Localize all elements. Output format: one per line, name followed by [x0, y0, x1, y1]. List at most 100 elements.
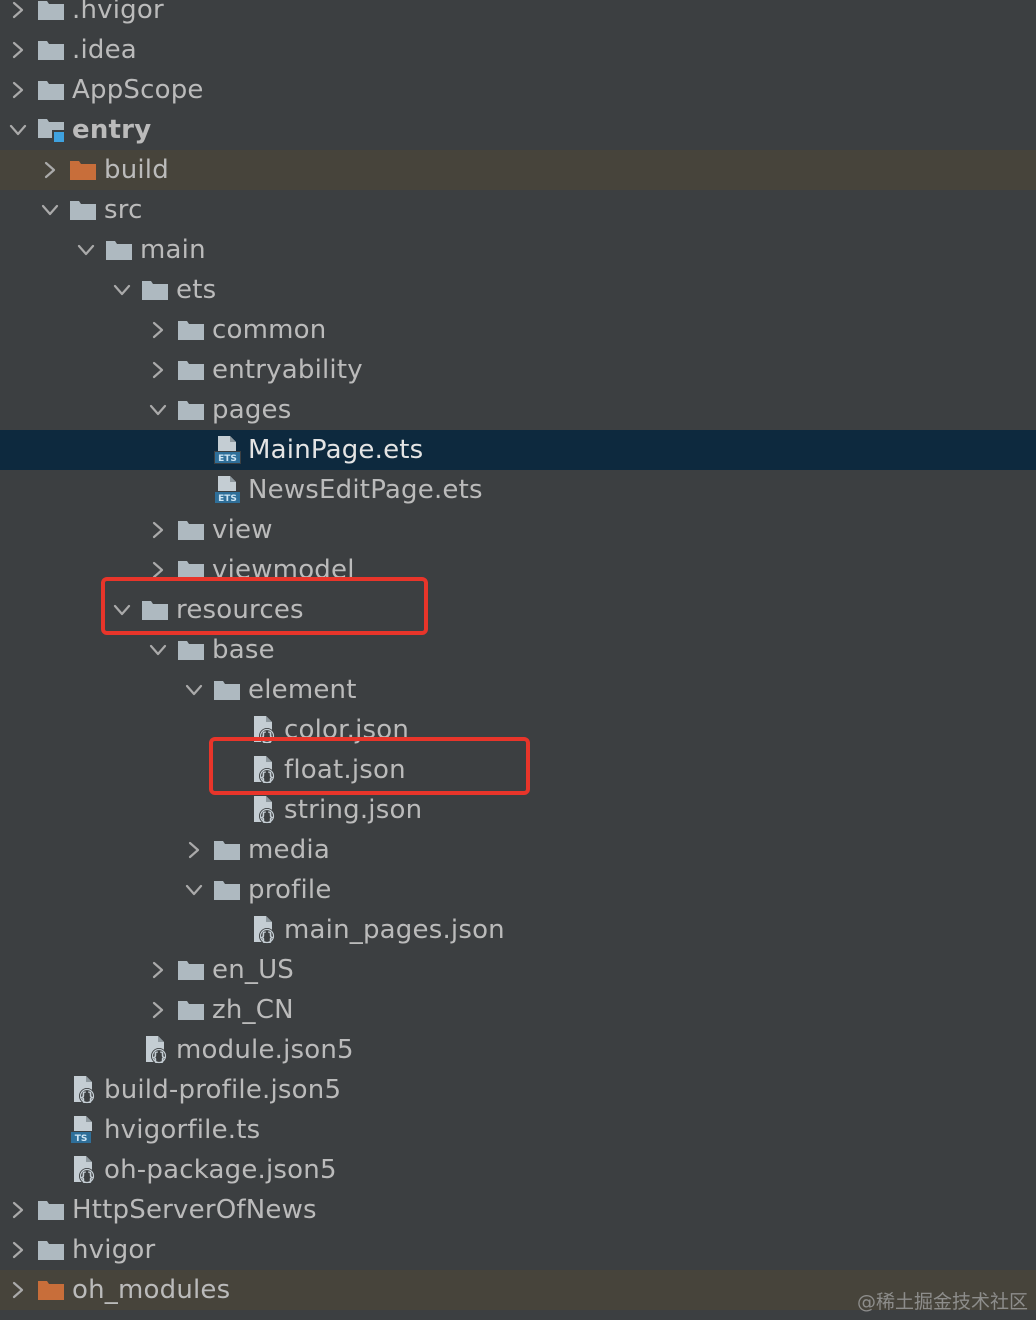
tree-folder-element[interactable]: element	[0, 670, 1036, 710]
folder-icon	[140, 595, 170, 625]
tree-folder-resources[interactable]: resources	[0, 590, 1036, 630]
tree-folder-src[interactable]: src	[0, 190, 1036, 230]
tree-item-label: NewsEditPage.ets	[248, 475, 483, 505]
tree-file-color-json[interactable]: {} color.json	[0, 710, 1036, 750]
tree-item-label: string.json	[284, 795, 423, 825]
chevron-right-icon[interactable]	[176, 830, 212, 870]
chevron-right-icon[interactable]	[32, 150, 68, 190]
tree-item-label: common	[212, 315, 327, 345]
tree-item-label: color.json	[284, 715, 410, 745]
tree-folder-entry[interactable]: entry	[0, 110, 1036, 150]
chevron-down-icon[interactable]	[0, 110, 36, 150]
folder-icon	[176, 995, 206, 1025]
chevron-right-icon[interactable]	[140, 550, 176, 590]
tree-folder-hvigor[interactable]: .hvigor	[0, 0, 1036, 30]
tree-folder-hvigor[interactable]: hvigor	[0, 1230, 1036, 1270]
tree-folder-viewmodel[interactable]: viewmodel	[0, 550, 1036, 590]
tree-item-label: .hvigor	[72, 0, 164, 25]
tree-file-float-json[interactable]: {} float.json	[0, 750, 1036, 790]
tree-item-label: src	[104, 195, 143, 225]
tree-folder-en-us[interactable]: en_US	[0, 950, 1036, 990]
json-file-icon: {}	[248, 915, 278, 945]
tree-folder-ets[interactable]: ets	[0, 270, 1036, 310]
tree-folder-profile[interactable]: profile	[0, 870, 1036, 910]
tree-item-label: build-profile.json5	[104, 1075, 342, 1105]
tree-folder-common[interactable]: common	[0, 310, 1036, 350]
ts-file-icon: TS	[68, 1115, 98, 1145]
tree-file-module-json5[interactable]: {} module.json5	[0, 1030, 1036, 1070]
svg-text:ETS: ETS	[218, 494, 237, 504]
project-tree: .hvigor .idea AppScope entry build src main ets…	[0, 0, 1036, 1310]
json-file-icon: {}	[68, 1155, 98, 1185]
tree-item-label: zh_CN	[212, 995, 294, 1025]
tree-file-oh-package-json5[interactable]: {} oh-package.json5	[0, 1150, 1036, 1190]
tree-file-newseditpage-ets[interactable]: ETS NewsEditPage.ets	[0, 470, 1036, 510]
tree-item-label: pages	[212, 395, 292, 425]
tree-item-label: viewmodel	[212, 555, 355, 585]
folder-icon	[36, 75, 66, 105]
tree-item-label: element	[248, 675, 357, 705]
tree-item-label: module.json5	[176, 1035, 354, 1065]
tree-folder-base[interactable]: base	[0, 630, 1036, 670]
chevron-down-icon[interactable]	[176, 670, 212, 710]
tree-folder-idea[interactable]: .idea	[0, 30, 1036, 70]
chevron-right-icon[interactable]	[140, 310, 176, 350]
tree-folder-media[interactable]: media	[0, 830, 1036, 870]
tree-folder-httpserverofnews[interactable]: HttpServerOfNews	[0, 1190, 1036, 1230]
chevron-right-icon[interactable]	[0, 0, 36, 30]
tree-item-label: build	[104, 155, 169, 185]
tree-item-label: profile	[248, 875, 332, 905]
tree-folder-view[interactable]: view	[0, 510, 1036, 550]
chevron-down-icon[interactable]	[176, 870, 212, 910]
chevron-down-icon[interactable]	[140, 630, 176, 670]
chevron-right-icon[interactable]	[140, 350, 176, 390]
chevron-right-icon[interactable]	[0, 1190, 36, 1230]
tree-item-label: main_pages.json	[284, 915, 505, 945]
tree-folder-entryability[interactable]: entryability	[0, 350, 1036, 390]
chevron-right-icon[interactable]	[140, 990, 176, 1030]
tree-folder-build[interactable]: build	[0, 150, 1036, 190]
chevron-right-icon[interactable]	[0, 1230, 36, 1270]
chevron-right-icon[interactable]	[140, 510, 176, 550]
svg-text:ETS: ETS	[218, 454, 237, 464]
tree-item-label: en_US	[212, 955, 295, 985]
tree-file-mainpage-ets[interactable]: ETS MainPage.ets	[0, 430, 1036, 470]
folder-icon	[176, 355, 206, 385]
chevron-right-icon[interactable]	[0, 1270, 36, 1310]
tree-item-label: resources	[176, 595, 304, 625]
ets-file-icon: ETS	[212, 435, 242, 465]
json-file-icon: {}	[248, 795, 278, 825]
chevron-down-icon[interactable]	[104, 270, 140, 310]
tree-item-label: entry	[72, 115, 152, 145]
tree-file-string-json[interactable]: {} string.json	[0, 790, 1036, 830]
chevron-right-icon[interactable]	[0, 70, 36, 110]
json-file-icon: {}	[248, 715, 278, 745]
json-file-icon: {}	[248, 755, 278, 785]
folder-icon	[176, 635, 206, 665]
json-file-icon: {}	[140, 1035, 170, 1065]
folder-icon	[212, 875, 242, 905]
chevron-right-icon[interactable]	[0, 30, 36, 70]
tree-folder-main[interactable]: main	[0, 230, 1036, 270]
chevron-down-icon[interactable]	[140, 390, 176, 430]
chevron-down-icon[interactable]	[104, 590, 140, 630]
tree-file-build-profile-json5[interactable]: {} build-profile.json5	[0, 1070, 1036, 1110]
tree-item-label: float.json	[284, 755, 406, 785]
folder-icon	[36, 1235, 66, 1265]
tree-item-label: ets	[176, 275, 217, 305]
tree-file-main-pages-json[interactable]: {} main_pages.json	[0, 910, 1036, 950]
tree-item-label: hvigor	[72, 1235, 156, 1265]
tree-folder-zh-cn[interactable]: zh_CN	[0, 990, 1036, 1030]
chevron-right-icon[interactable]	[140, 950, 176, 990]
chevron-down-icon[interactable]	[32, 190, 68, 230]
tree-folder-pages[interactable]: pages	[0, 390, 1036, 430]
tree-folder-appscope[interactable]: AppScope	[0, 70, 1036, 110]
tree-file-hvigorfile-ts[interactable]: TS hvigorfile.ts	[0, 1110, 1036, 1150]
tree-item-label: AppScope	[72, 75, 204, 105]
chevron-down-icon[interactable]	[68, 230, 104, 270]
